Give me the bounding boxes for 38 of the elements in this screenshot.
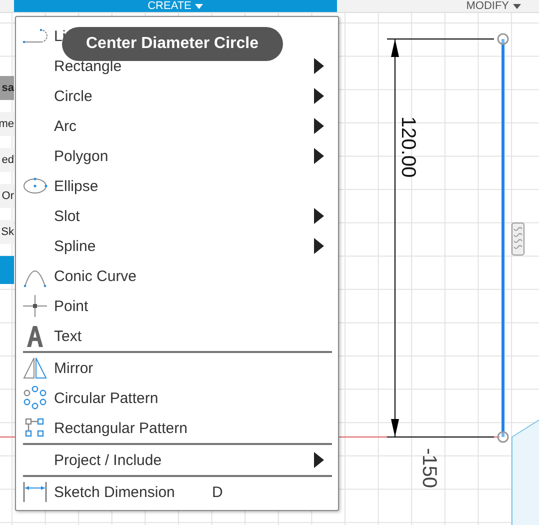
panel-text: Or: [2, 189, 14, 204]
menu-item[interactable]: Circle: [54, 88, 314, 104]
caret-icon: [513, 4, 521, 8]
submenu-arrow-icon: [314, 148, 324, 164]
menu-item[interactable]: Arc: [54, 118, 314, 134]
menu-item[interactable]: Circular Pattern: [54, 390, 332, 406]
menu-item[interactable]: Text: [54, 328, 332, 344]
menu-item[interactable]: Spline: [54, 238, 314, 254]
toolbar-tab[interactable]: MODIFY: [466, 0, 521, 12]
menu-item[interactable]: Mirror: [54, 360, 332, 376]
circular-pattern-icon: [21, 386, 49, 410]
mirror-icon: [21, 356, 49, 380]
dimension-icon: [21, 480, 49, 504]
submenu-arrow-icon: [314, 58, 324, 74]
menu-item[interactable]: Point: [54, 298, 332, 314]
panel-text: ed: [2, 153, 14, 168]
point-icon: [21, 294, 49, 318]
menu-item[interactable]: Rectangular Pattern: [54, 420, 332, 436]
panel-text: Sk: [1, 225, 14, 240]
menu-item[interactable]: Project / Include: [54, 452, 314, 468]
dimension-value[interactable]: 120.00: [397, 116, 419, 178]
submenu-arrow-icon: [314, 238, 324, 254]
panel-text: sa: [2, 81, 14, 96]
submenu-arrow-icon: [314, 452, 324, 468]
menu-item[interactable]: Rectangle: [54, 58, 314, 74]
sketch-line[interactable]: [497, 33, 509, 443]
menu-item[interactable]: Ellipse: [54, 178, 332, 194]
ruler-label: -150: [418, 448, 440, 488]
menu-item[interactable]: Slot: [54, 208, 314, 224]
menu-item[interactable]: Polygon: [54, 148, 314, 164]
menu-item[interactable]: Sketch Dimension: [54, 484, 212, 500]
caret-icon: [195, 4, 204, 8]
submenu-arrow-icon: [314, 88, 324, 104]
constraint-icon: [512, 222, 524, 256]
submenu-arrow-icon: [314, 118, 324, 134]
menu-item[interactable]: Conic Curve: [54, 268, 332, 284]
shortcut-key: D: [212, 484, 332, 500]
submenu-arrow-icon: [314, 208, 324, 224]
